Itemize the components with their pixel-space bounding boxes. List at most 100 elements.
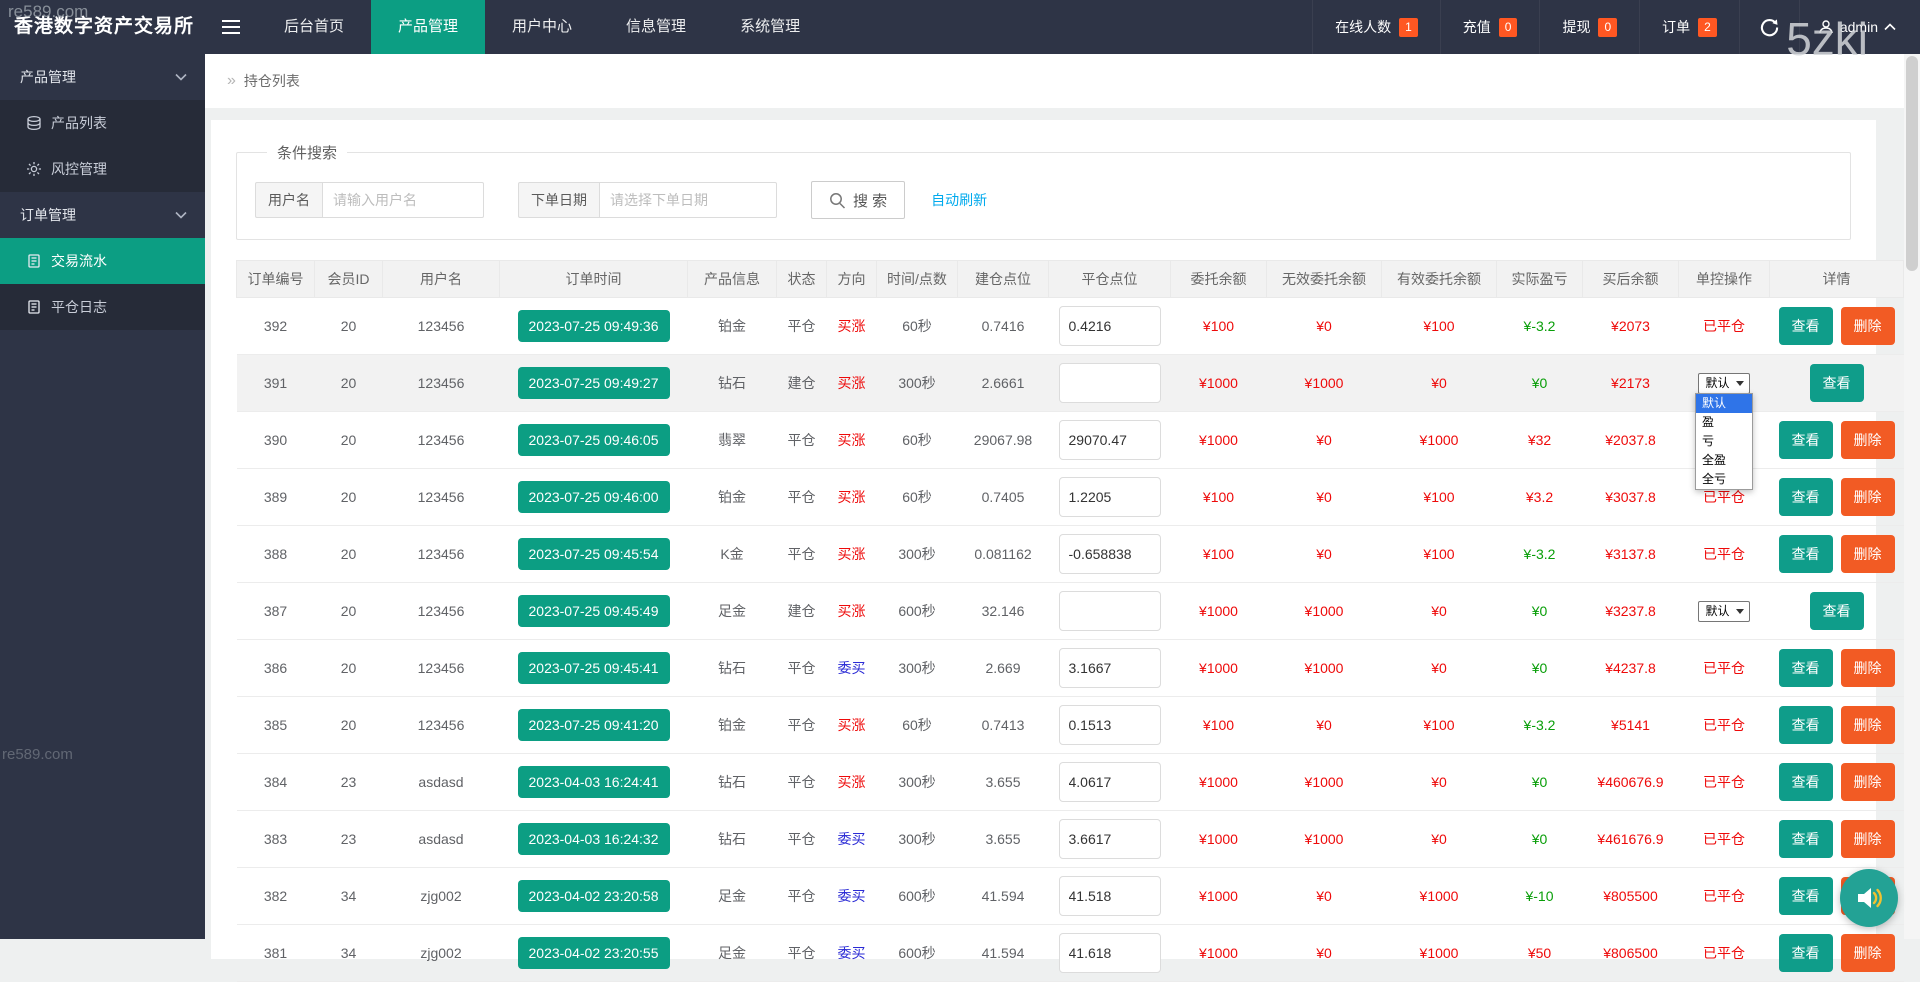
- page-scrollbar[interactable]: [1904, 54, 1920, 939]
- close-point-input[interactable]: [1059, 534, 1161, 574]
- stat-label: 充值: [1463, 17, 1491, 37]
- view-button[interactable]: 查看: [1810, 364, 1864, 402]
- cell-entrust: ¥1000: [1171, 355, 1267, 412]
- dropdown-option-默认[interactable]: 默认: [1696, 394, 1752, 413]
- nav-item-产品管理[interactable]: 产品管理: [371, 0, 485, 54]
- close-point-input[interactable]: [1059, 705, 1161, 745]
- delete-button[interactable]: 删除: [1841, 649, 1895, 687]
- close-point-input[interactable]: [1059, 306, 1161, 346]
- view-button[interactable]: 查看: [1779, 877, 1833, 915]
- dropdown-option-全亏[interactable]: 全亏: [1696, 470, 1752, 489]
- view-button[interactable]: 查看: [1779, 706, 1833, 744]
- sidebar-group-订单管理[interactable]: 订单管理: [0, 192, 205, 238]
- order-time-button[interactable]: 2023-07-25 09:45:49: [518, 595, 670, 627]
- view-button[interactable]: 查看: [1779, 535, 1833, 573]
- nav-stat-在线人数[interactable]: 在线人数1: [1312, 0, 1440, 54]
- order-time-button[interactable]: 2023-07-25 09:45:54: [518, 538, 670, 570]
- view-button[interactable]: 查看: [1779, 421, 1833, 459]
- nav-item-系统管理[interactable]: 系统管理: [713, 0, 827, 54]
- sidebar-item-label: 风控管理: [51, 159, 107, 179]
- order-time-button[interactable]: 2023-07-25 09:46:00: [518, 481, 670, 513]
- close-point-input[interactable]: [1059, 363, 1161, 403]
- auto-refresh-link[interactable]: 自动刷新: [931, 190, 987, 210]
- nav-stats: 在线人数1充值0提现0订单2: [1312, 0, 1739, 54]
- nav-stat-订单[interactable]: 订单2: [1639, 0, 1739, 54]
- delete-button[interactable]: 删除: [1841, 478, 1895, 516]
- order-time-button[interactable]: 2023-04-03 16:24:32: [518, 823, 670, 855]
- nav-item-用户中心[interactable]: 用户中心: [485, 0, 599, 54]
- view-button[interactable]: 查看: [1779, 820, 1833, 858]
- order-date-input[interactable]: [599, 182, 777, 218]
- entrust-value: ¥100: [1203, 318, 1234, 334]
- sidebar-toggle-button[interactable]: [205, 0, 257, 54]
- close-point-input[interactable]: [1059, 420, 1161, 460]
- order-time-button[interactable]: 2023-07-25 09:49:36: [518, 310, 670, 342]
- direction-label: 买涨: [838, 489, 866, 505]
- balance-value: ¥461676.9: [1597, 831, 1663, 847]
- cell-close-point: [1049, 469, 1171, 526]
- nav-item-信息管理[interactable]: 信息管理: [599, 0, 713, 54]
- order-time-button[interactable]: 2023-07-25 09:45:41: [518, 652, 670, 684]
- sidebar-item-风控管理[interactable]: 风控管理: [0, 146, 205, 192]
- cell-control: 已平仓: [1679, 754, 1770, 811]
- delete-button[interactable]: 删除: [1841, 307, 1895, 345]
- control-select[interactable]: 默认: [1698, 373, 1749, 394]
- delete-button[interactable]: 删除: [1841, 763, 1895, 801]
- view-button[interactable]: 查看: [1810, 592, 1864, 630]
- order-time-button[interactable]: 2023-07-25 09:49:27: [518, 367, 670, 399]
- invalid-entrust-value: ¥1000: [1305, 375, 1344, 391]
- close-point-input[interactable]: [1059, 762, 1161, 802]
- nav-right: 在线人数1充值0提现0订单2 admin: [1312, 0, 1920, 54]
- view-button[interactable]: 查看: [1779, 307, 1833, 345]
- order-time-button[interactable]: 2023-07-25 09:46:05: [518, 424, 670, 456]
- cell-entrust: ¥1000: [1171, 754, 1267, 811]
- nav-stat-充值[interactable]: 充值0: [1440, 0, 1540, 54]
- invalid-entrust-value: ¥0: [1316, 546, 1332, 562]
- close-point-input[interactable]: [1059, 591, 1161, 631]
- view-button[interactable]: 查看: [1779, 478, 1833, 516]
- control-select[interactable]: 默认: [1698, 601, 1749, 622]
- sidebar-group-产品管理[interactable]: 产品管理: [0, 54, 205, 100]
- view-button[interactable]: 查看: [1779, 649, 1833, 687]
- order-time-button[interactable]: 2023-04-02 23:20:55: [518, 937, 670, 969]
- delete-button[interactable]: 删除: [1841, 820, 1895, 858]
- cell-status: 平仓: [777, 526, 827, 583]
- refresh-button[interactable]: [1739, 0, 1799, 54]
- close-point-input[interactable]: [1059, 876, 1161, 916]
- delete-button[interactable]: 删除: [1841, 934, 1895, 972]
- username-input[interactable]: [322, 182, 484, 218]
- close-point-input[interactable]: [1059, 477, 1161, 517]
- cell-balance: ¥3237.8: [1583, 583, 1679, 640]
- dropdown-option-盈[interactable]: 盈: [1696, 413, 1752, 432]
- close-point-input[interactable]: [1059, 648, 1161, 688]
- nav-item-后台首页[interactable]: 后台首页: [257, 0, 371, 54]
- pnl-value: ¥-3.2: [1524, 546, 1556, 562]
- dropdown-option-亏[interactable]: 亏: [1696, 432, 1752, 451]
- delete-button[interactable]: 删除: [1841, 535, 1895, 573]
- close-point-input[interactable]: [1059, 819, 1161, 859]
- column-header-用户名: 用户名: [383, 261, 500, 298]
- document-icon: [26, 299, 42, 315]
- cell-product: 足金: [688, 925, 777, 982]
- nav-stat-提现[interactable]: 提现0: [1539, 0, 1639, 54]
- sidebar-item-产品列表[interactable]: 产品列表: [0, 100, 205, 146]
- user-menu[interactable]: admin: [1799, 0, 1920, 54]
- delete-button[interactable]: 删除: [1841, 706, 1895, 744]
- sidebar-item-交易流水[interactable]: 交易流水: [0, 238, 205, 284]
- dropdown-option-全盈[interactable]: 全盈: [1696, 451, 1752, 470]
- scrollbar-thumb[interactable]: [1906, 56, 1918, 271]
- cell-actions: 查看删除: [1770, 640, 1904, 697]
- order-time-button[interactable]: 2023-07-25 09:41:20: [518, 709, 670, 741]
- sound-notification-button[interactable]: [1840, 869, 1898, 927]
- stat-badge: 1: [1399, 18, 1418, 37]
- order-time-button[interactable]: 2023-04-03 16:24:41: [518, 766, 670, 798]
- sidebar-item-平仓日志[interactable]: 平仓日志: [0, 284, 205, 330]
- view-button[interactable]: 查看: [1779, 934, 1833, 972]
- cell-close-point: [1049, 868, 1171, 925]
- order-time-button[interactable]: 2023-04-02 23:20:58: [518, 880, 670, 912]
- close-point-input[interactable]: [1059, 933, 1161, 973]
- view-button[interactable]: 查看: [1779, 763, 1833, 801]
- cell-entrust: ¥1000: [1171, 811, 1267, 868]
- delete-button[interactable]: 删除: [1841, 421, 1895, 459]
- search-button[interactable]: 搜 索: [811, 181, 905, 219]
